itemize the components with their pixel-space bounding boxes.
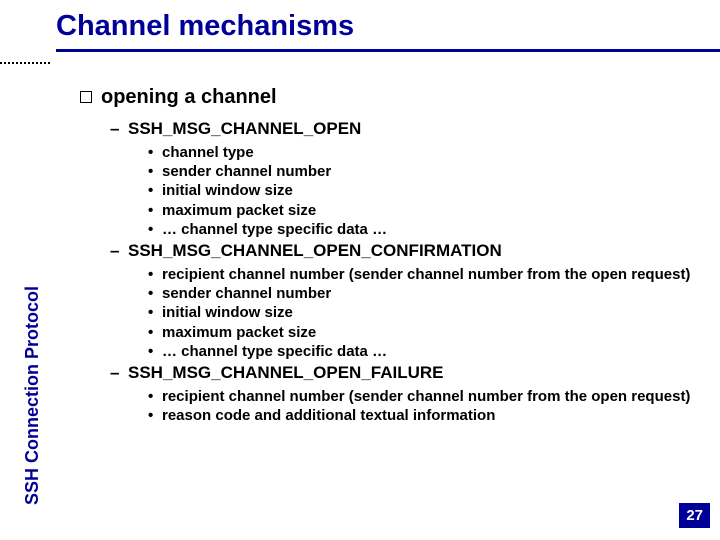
list-item: … channel type specific data … [148, 220, 700, 239]
section-heading: opening a channel [80, 86, 700, 109]
list-item: … channel type specific data … [148, 342, 700, 361]
list-item: initial window size [148, 303, 700, 322]
msg-heading: SSH_MSG_CHANNEL_OPEN_CONFIRMATION [110, 241, 700, 261]
dotted-rule [0, 62, 50, 64]
msg-heading: SSH_MSG_CHANNEL_OPEN_FAILURE [110, 363, 700, 383]
title-rule [56, 49, 720, 52]
list-item: reason code and additional textual infor… [148, 406, 700, 425]
list-item: recipient channel number (sender channel… [148, 265, 700, 284]
msg-heading: SSH_MSG_CHANNEL_OPEN [110, 119, 700, 139]
page-number: 27 [679, 503, 710, 528]
list-item: channel type [148, 143, 700, 162]
list-item: maximum packet size [148, 323, 700, 342]
list-item: sender channel number [148, 284, 700, 303]
list-item: recipient channel number (sender channel… [148, 387, 700, 406]
list-item: initial window size [148, 181, 700, 200]
list-item: sender channel number [148, 162, 700, 181]
sidebar-label: SSH Connection Protocol [22, 286, 43, 505]
slide-title: Channel mechanisms [56, 10, 720, 43]
slide-body: opening a channel SSH_MSG_CHANNEL_OPEN c… [80, 86, 700, 425]
list-item: maximum packet size [148, 201, 700, 220]
